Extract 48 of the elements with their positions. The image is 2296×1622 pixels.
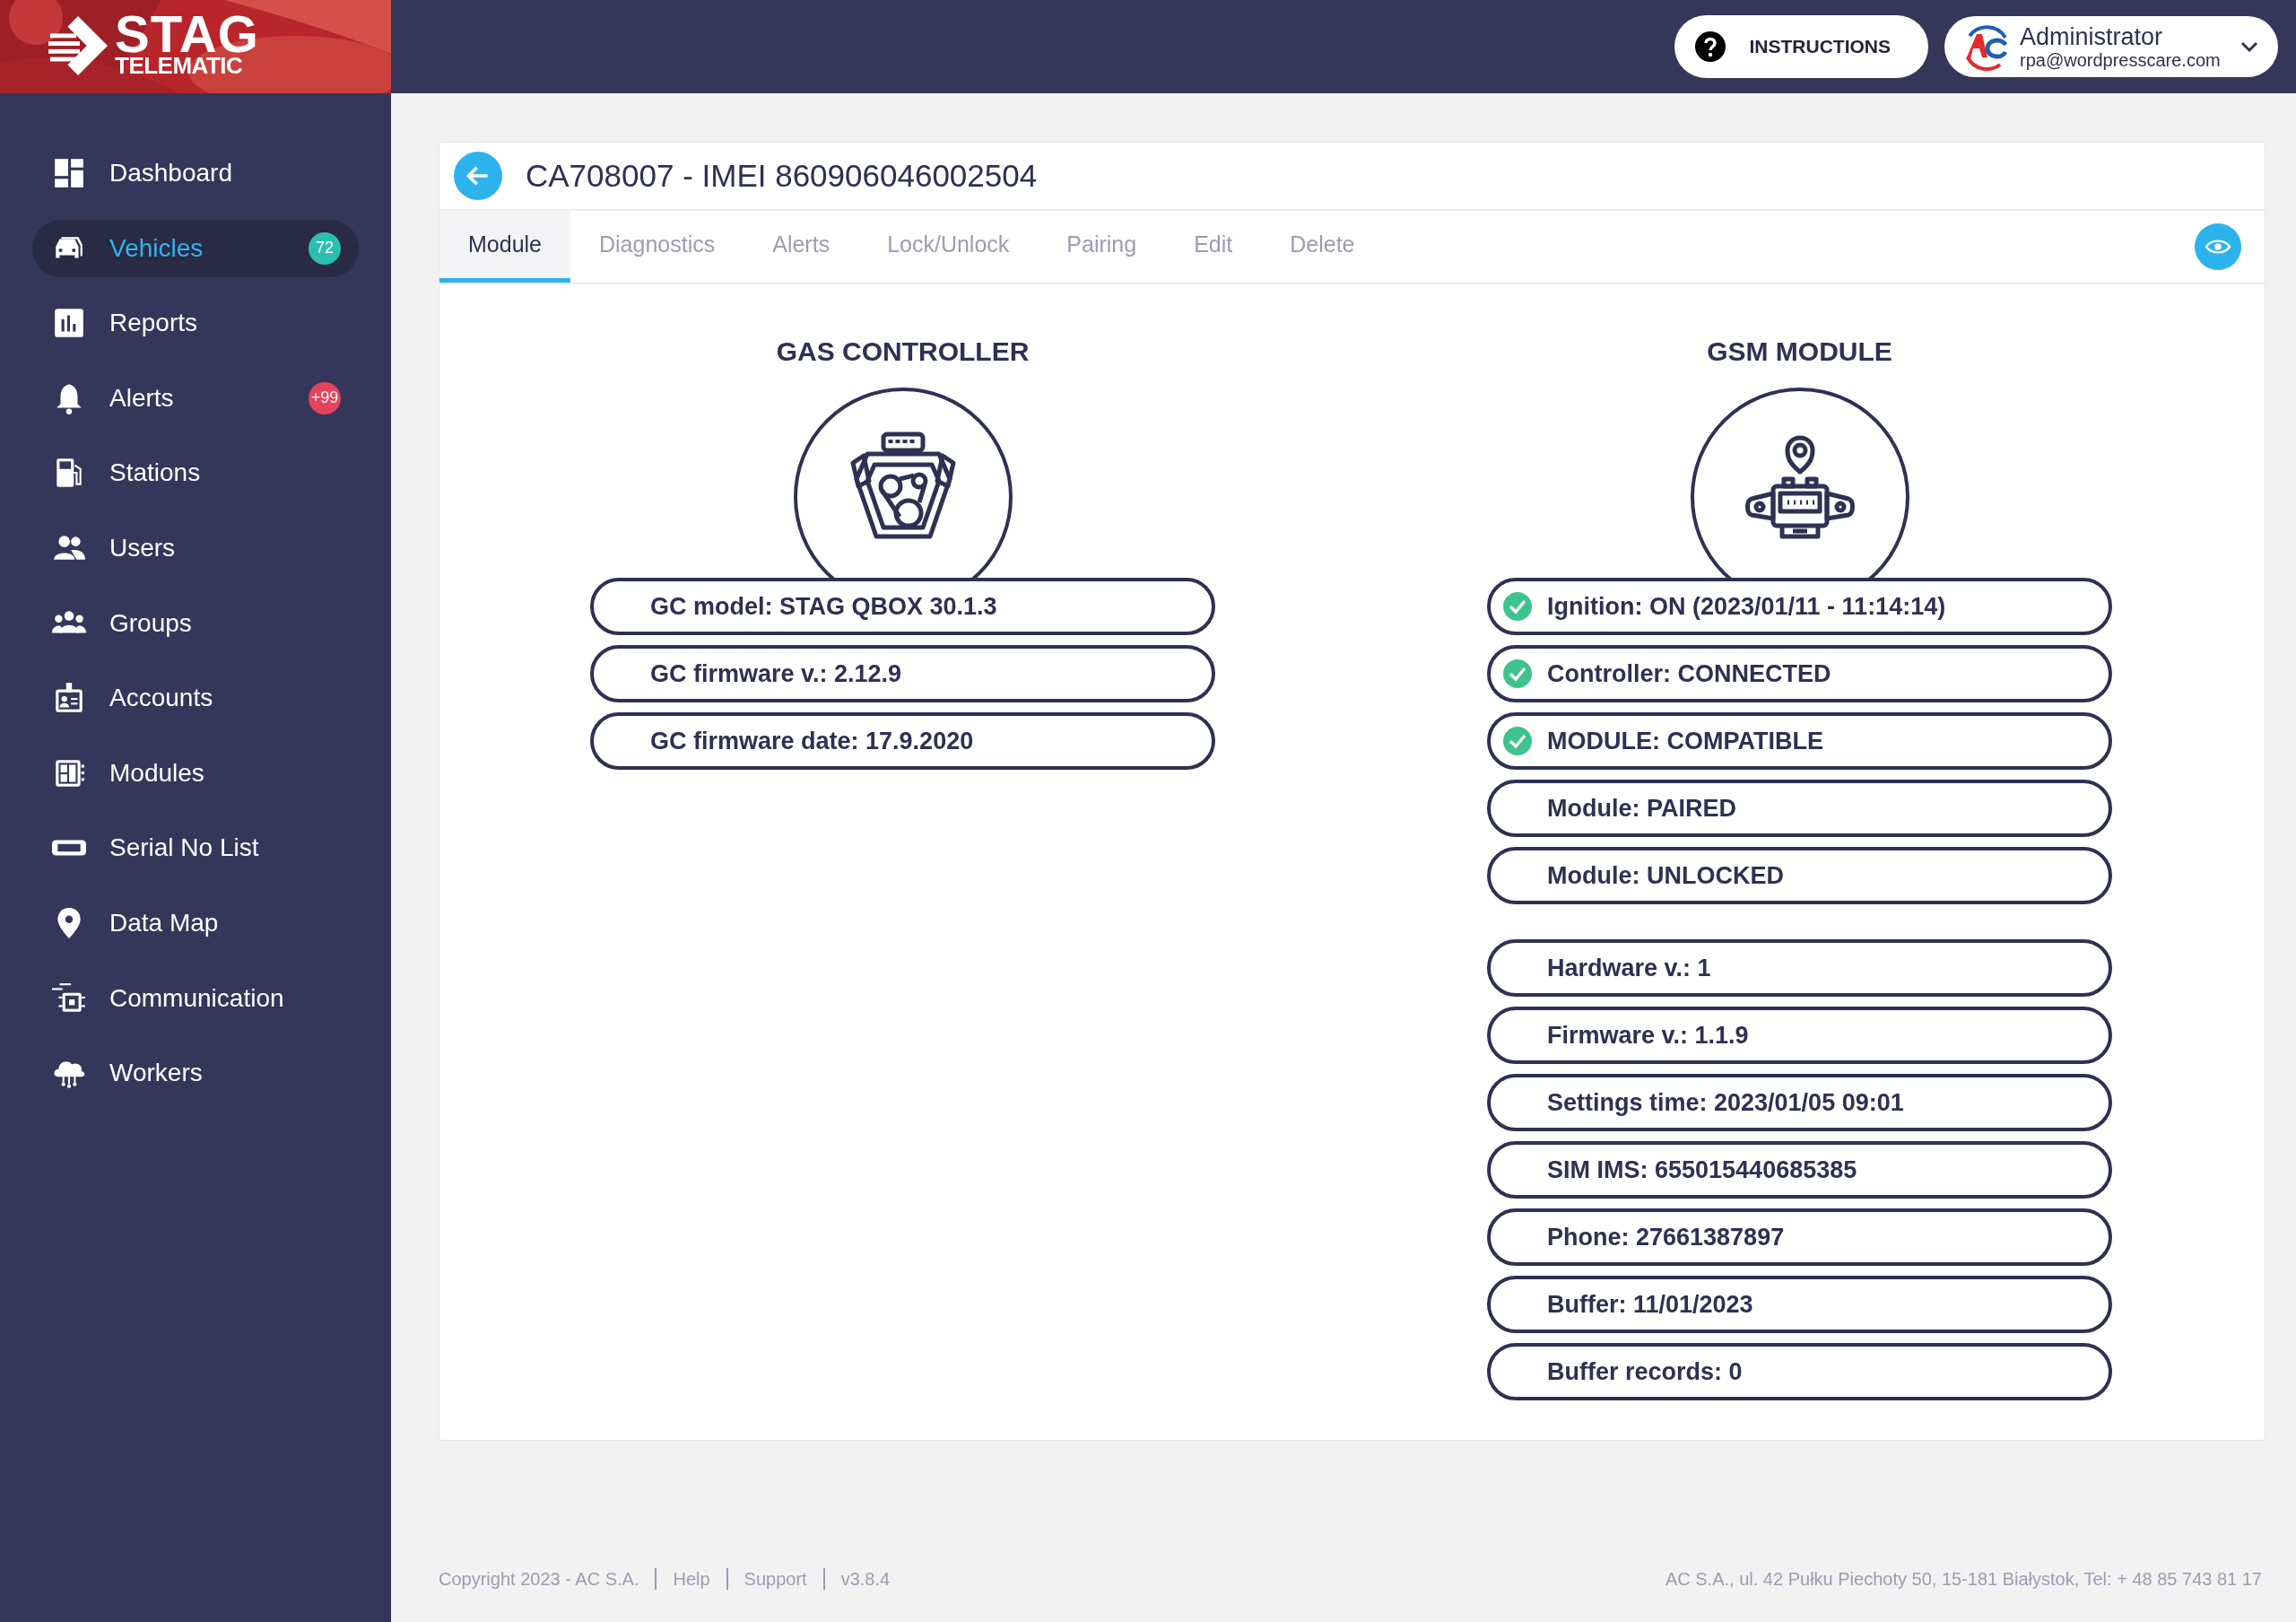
info-pill: Hardware v.: 1 [1487,939,2112,997]
info-pill: GC model: STAG QBOX 30.1.3 [590,578,1215,635]
info-pill: Phone: 27661387897 [1487,1208,2112,1266]
page-title: CA708007 - IMEI 860906046002504 [526,158,1038,194]
section-heading: GSM MODULE [1707,336,1892,367]
logo-diamond-icon [48,16,108,75]
info-pill: GC firmware v.: 2.12.9 [590,645,1215,702]
user-menu[interactable]: Administrator rpa@wordpresscare.com [1944,16,2278,77]
sidebar-item[interactable]: Serial No List [32,819,359,877]
count-badge: +99 [309,381,341,414]
dashboard-icon [52,156,86,190]
sidebar-item[interactable]: Users [32,519,359,577]
info-pill: SIM IMS: 655015440685385 [1487,1141,2112,1199]
info-pill: GC firmware date: 17.9.2020 [590,712,1215,770]
info-pill: Settings time: 2023/01/05 09:01 [1487,1074,2112,1131]
sidebar-item[interactable]: Reports [32,294,359,353]
sidebar-item[interactable]: Data Map [32,894,359,952]
sidebar-item[interactable]: Workers [32,1044,359,1103]
user-name: Administrator [2020,23,2163,50]
status-pill: MODULE: COMPATIBLE [1487,712,2112,770]
back-button[interactable] [454,152,502,200]
sidebar-item[interactable]: Vehicles 72 [32,219,359,277]
eye-icon [2205,238,2231,256]
copyright-text: Copyright 2023 - AC S.A. [439,1568,639,1590]
info-pill: Buffer: 11/01/2023 [1487,1276,2112,1333]
section-heading: GAS CONTROLLER [776,336,1030,367]
help-icon [1693,31,1726,63]
logo-subtitle: TELEMATIC [115,54,243,77]
status-pill: Ignition: ON (2023/01/11 - 11:14:14) [1487,578,2112,635]
eye-button[interactable] [2195,223,2241,270]
sidebar-item[interactable]: Stations [32,444,359,502]
status-pill: Module: PAIRED [1487,780,2112,837]
sidebar-item[interactable]: Alerts +99 [32,369,359,427]
count-badge: 72 [309,231,341,265]
sidebar-item[interactable]: Communication [32,969,359,1027]
sidebar-item[interactable]: Groups [32,594,359,652]
info-pill: Firmware v.: 1.1.9 [1487,1007,2112,1064]
info-pill: Buffer records: 0 [1487,1343,2112,1400]
address-text: AC S.A., ul. 42 Pułku Piechoty 50, 15-181 Białystok, Tel: + 48 85 743 81 17 [1665,1568,2262,1590]
sidebar-item[interactable]: Dashboard [32,144,359,202]
status-pill: Controller: CONNECTED [1487,645,2112,702]
logo-title: STAG [115,14,259,54]
instructions-button[interactable]: INSTRUCTIONS [1674,15,1928,78]
tab[interactable]: Module [439,211,570,283]
sidebar-item[interactable]: Accounts [32,669,359,728]
status-pill: Module: UNLOCKED [1487,847,2112,904]
user-email: rpa@wordpresscare.com [2020,50,2221,70]
sidebar-item[interactable]: Modules [32,744,359,802]
